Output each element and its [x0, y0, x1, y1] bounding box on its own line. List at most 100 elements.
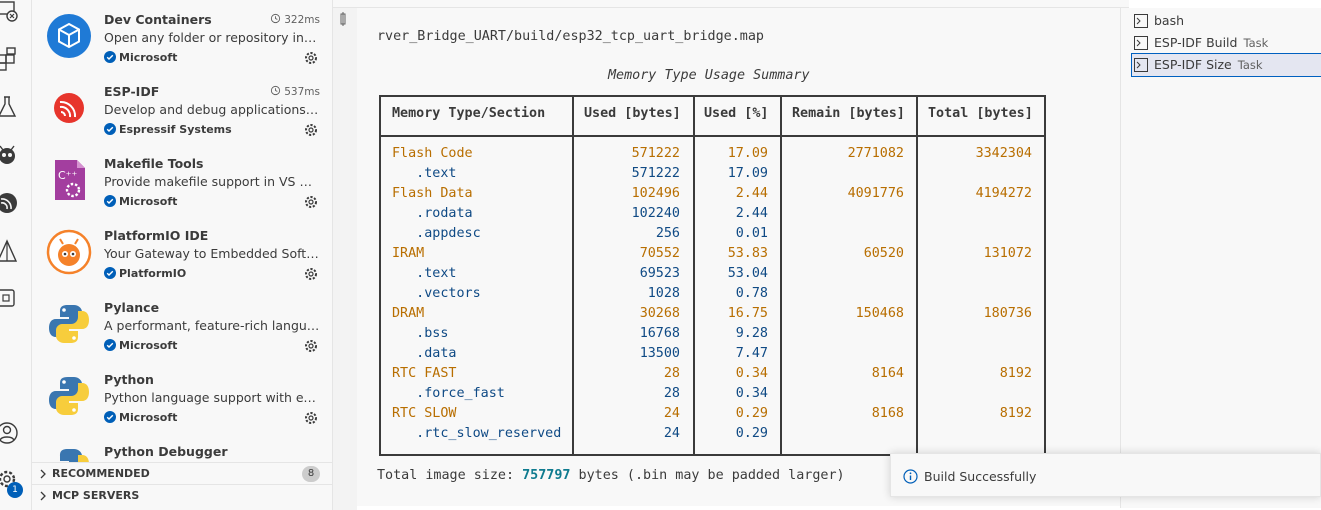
dev-containers-icon	[46, 13, 92, 59]
chevron-right-icon	[40, 491, 46, 501]
activation-time: 537ms	[270, 85, 320, 98]
extension-name: Python Debugger	[104, 444, 228, 459]
summary-title: Memory Type Usage Summary	[608, 68, 810, 83]
table-cell-pct: 17.09	[727, 146, 768, 161]
table-cell-name: .data	[392, 346, 457, 361]
notification-message: Build Successfully	[924, 469, 1037, 484]
remote-explorer-icon[interactable]	[0, 0, 20, 26]
terminal-icon	[1134, 14, 1148, 28]
table-cell-name: Flash Data	[392, 186, 473, 201]
extension-description: Open any folder or repository insid...	[104, 30, 320, 45]
table-cell-pct: 53.83	[727, 246, 768, 261]
table-header-cell: Used [%]	[704, 106, 769, 121]
python-debugger-icon	[46, 445, 92, 462]
table-cell-pct: 0.78	[735, 286, 768, 301]
extension-name: ESP-IDF	[104, 84, 160, 99]
table-header-cell: Remain [bytes]	[792, 106, 905, 121]
table-cell-name: RTC SLOW	[392, 406, 457, 421]
terminal-tab-bash[interactable]: bash	[1132, 10, 1321, 32]
table-cell-used: 102240	[631, 206, 680, 221]
table-cell-used: 28	[663, 386, 680, 401]
table-cell-pct: 17.09	[727, 166, 768, 181]
total-suffix: bytes (.bin may be padded larger)	[570, 468, 845, 483]
table-cell-remain: 8168	[871, 406, 904, 421]
recommended-section-header[interactable]: RECOMMENDED 8	[32, 462, 332, 484]
table-cell-pct: 2.44	[735, 186, 768, 201]
table-cell-total: 3342304	[975, 146, 1032, 161]
table-cell-name: .text	[392, 266, 457, 281]
table-cell-pct: 0.01	[735, 226, 768, 241]
table-cell-name: .force_fast	[392, 386, 505, 401]
history-icon	[270, 85, 280, 96]
timer-value: 537ms	[284, 86, 320, 98]
table-header-cell: Used [bytes]	[584, 106, 681, 121]
table-header-divider	[379, 135, 1046, 137]
table-cell-used: 102496	[631, 186, 680, 201]
table-cell-remain: 4091776	[847, 186, 904, 201]
terminal-tab-label: bash	[1154, 13, 1185, 28]
table-cell-name: .appdesc	[392, 226, 481, 241]
terminal-tab-espidf-build[interactable]: ESP-IDF Build Task	[1132, 32, 1321, 54]
table-cell-pct: 7.47	[735, 346, 768, 361]
table-cell-used: 256	[655, 226, 680, 241]
table-cell-name: .vectors	[392, 286, 481, 301]
mcp-servers-section-header[interactable]: MCP SERVERS	[32, 484, 332, 506]
terminal-tab-label: ESP-IDF Build	[1154, 35, 1238, 50]
section-label: MCP SERVERS	[52, 489, 140, 502]
table-cell-remain: 2771082	[847, 146, 904, 161]
table-header-cell: Total [bytes]	[928, 106, 1033, 121]
table-cell-remain: 8164	[871, 366, 904, 381]
table-cell-used: 1028	[647, 286, 680, 301]
table-cell-name: .bss	[392, 326, 449, 341]
table-cell-used: 16768	[639, 326, 680, 341]
table-cell-total: 180736	[983, 306, 1032, 321]
notification-toast[interactable]: Build Successfully	[890, 453, 1321, 497]
table-cell-used: 24	[663, 426, 680, 441]
terminal-tab-espidf-size[interactable]: ESP-IDF Size Task	[1131, 53, 1321, 77]
extension-item[interactable]: Dev Containers 322ms Open any folder or …	[32, 8, 332, 80]
table-cell-pct: 0.34	[735, 386, 768, 401]
table-cell-used: 30268	[639, 306, 680, 321]
table-cell-name: DRAM	[392, 306, 425, 321]
table-cell-name: RTC FAST	[392, 366, 457, 381]
table-cell-total: 8192	[999, 366, 1032, 381]
extensions-icon[interactable]	[0, 46, 20, 72]
table-cell-pct: 0.29	[735, 426, 768, 441]
total-prefix: Total image size:	[377, 468, 523, 483]
table-cell-pct: 0.34	[735, 366, 768, 381]
table-cell-name: IRAM	[392, 246, 425, 261]
extension-item[interactable]: ESP-IDF 537ms Develop and debug applicat…	[32, 80, 332, 152]
verified-publisher-icon	[104, 123, 116, 135]
table-cell-remain: 60520	[863, 246, 904, 261]
table-cell-name: .rtc_slow_reserved	[392, 426, 562, 441]
verified-publisher-icon	[104, 51, 116, 63]
terminal-tab-task: Task	[1237, 58, 1263, 72]
extension-publisher: Espressif Systems	[104, 123, 232, 136]
testing-flask-icon[interactable]	[0, 94, 20, 120]
terminal-icon	[1134, 58, 1148, 72]
total-image-size: Total image size: 757797 bytes (.bin may…	[377, 466, 845, 486]
extension-name: Dev Containers	[104, 12, 212, 27]
extension-publisher: Microsoft	[104, 51, 177, 64]
section-label: RECOMMENDED	[52, 467, 150, 480]
table-cell-name: Flash Code	[392, 146, 473, 161]
extension-description: Develop and debug applications for...	[104, 102, 320, 117]
table-header-cell: Memory Type/Section	[392, 106, 546, 121]
table-cell-name: .text	[392, 166, 457, 181]
table-cell-pct: 9.28	[735, 326, 768, 341]
table-cell-used: 571222	[631, 146, 680, 161]
manage-extension-gear-icon[interactable]	[303, 122, 319, 138]
publisher-name: Microsoft	[119, 51, 178, 64]
timer-value: 322ms	[284, 14, 320, 26]
table-cell-total: 131072	[983, 246, 1032, 261]
account-badge: 1	[7, 482, 23, 498]
activation-time: 322ms	[270, 13, 320, 26]
info-icon	[903, 469, 918, 484]
terminal-tabs-list: bash ESP-IDF Build Task ESP-IDF Size Task	[1120, 8, 1321, 508]
table-cell-used: 24	[663, 406, 680, 421]
publisher-name: Espressif Systems	[119, 123, 232, 136]
manage-extension-gear-icon[interactable]	[303, 50, 319, 66]
espidf-logo-icon	[46, 85, 92, 131]
table-cell-total: 8192	[999, 406, 1032, 421]
table-cell-remain: 150468	[855, 306, 904, 321]
